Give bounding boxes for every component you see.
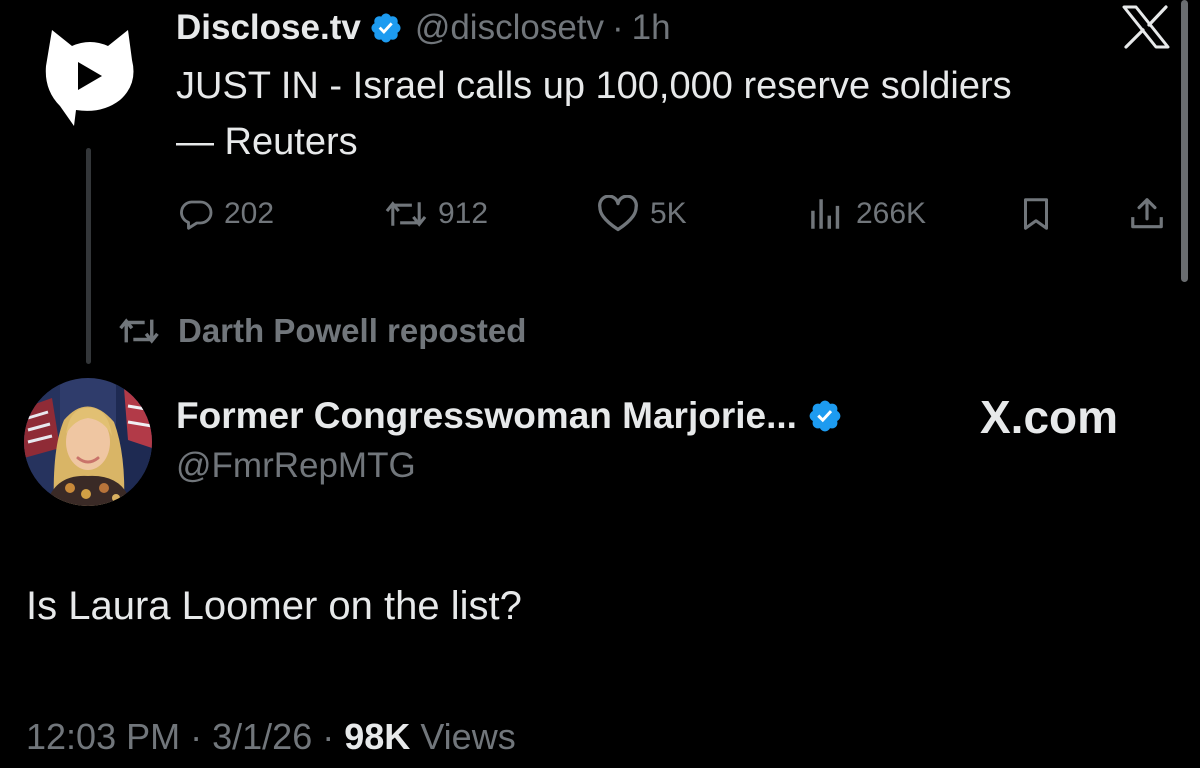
- views-button[interactable]: 266K: [806, 194, 926, 234]
- x-com-brand-label: X.com: [980, 391, 1119, 443]
- views-count: 266K: [856, 197, 927, 230]
- verified-badge-icon: [809, 400, 841, 432]
- main-tweet-text: Is Laura Loomer on the list?: [26, 584, 522, 628]
- repost-banner[interactable]: Darth Powell reposted: [116, 308, 526, 354]
- reply-button[interactable]: 202: [178, 194, 274, 234]
- main-handle[interactable]: @FmrRepMTG: [176, 446, 416, 486]
- share-icon: [1131, 198, 1163, 229]
- disclose-logo-icon: [45, 30, 134, 126]
- like-icon: [598, 195, 638, 232]
- meta-separator: ·: [190, 716, 203, 757]
- quoted-tweet-header: Disclose.tv @disclosetv · 1h: [176, 4, 671, 52]
- views-label: Views: [420, 716, 516, 757]
- reply-count: 202: [224, 197, 275, 230]
- x-logo-icon: [1122, 5, 1170, 49]
- repost-count: 912: [438, 197, 489, 230]
- views-total: 98K: [344, 716, 411, 757]
- avatar-photo: [24, 378, 152, 506]
- quoted-time-ago[interactable]: 1h: [632, 8, 671, 48]
- main-tweet-header: Former Congresswoman Marjorie...: [176, 392, 843, 440]
- share-button[interactable]: [1128, 194, 1166, 234]
- verified-badge-icon: [371, 13, 401, 43]
- reply-icon: [180, 200, 213, 230]
- quoted-tweet-text: JUST IN - Israel calls up 100,000 reserv…: [176, 58, 1166, 170]
- avatar[interactable]: [24, 378, 152, 506]
- quoted-text-line1: JUST IN - Israel calls up 100,000 reserv…: [176, 65, 1012, 107]
- bookmark-button[interactable]: [1018, 194, 1054, 234]
- bookmark-icon: [1024, 198, 1048, 230]
- tweet-metadata: 12:03 PM · 3/1/26 · 98K Views: [26, 716, 516, 758]
- quoted-text-line2: — Reuters: [176, 121, 358, 163]
- meta-separator: ·: [322, 716, 335, 757]
- disclose-logo-avatar[interactable]: [38, 24, 142, 126]
- tweet-date[interactable]: 3/1/26: [212, 716, 312, 757]
- scrollbar[interactable]: [1181, 0, 1188, 282]
- header-separator: ·: [612, 8, 624, 47]
- repost-icon: [385, 201, 427, 227]
- repost-button[interactable]: 912: [384, 194, 488, 234]
- like-count: 5K: [650, 197, 687, 230]
- like-button[interactable]: 5K: [596, 194, 687, 234]
- repost-banner-text: Darth Powell reposted: [178, 312, 527, 349]
- views-icon: [811, 199, 840, 229]
- repost-banner-icon: [119, 318, 159, 344]
- quoted-author-name[interactable]: Disclose.tv: [176, 8, 361, 48]
- main-author-name[interactable]: Former Congresswoman Marjorie...: [176, 395, 797, 437]
- thread-connector-line: [86, 148, 91, 364]
- tweet-time[interactable]: 12:03 PM: [26, 716, 180, 757]
- quoted-handle[interactable]: @disclosetv: [415, 8, 604, 48]
